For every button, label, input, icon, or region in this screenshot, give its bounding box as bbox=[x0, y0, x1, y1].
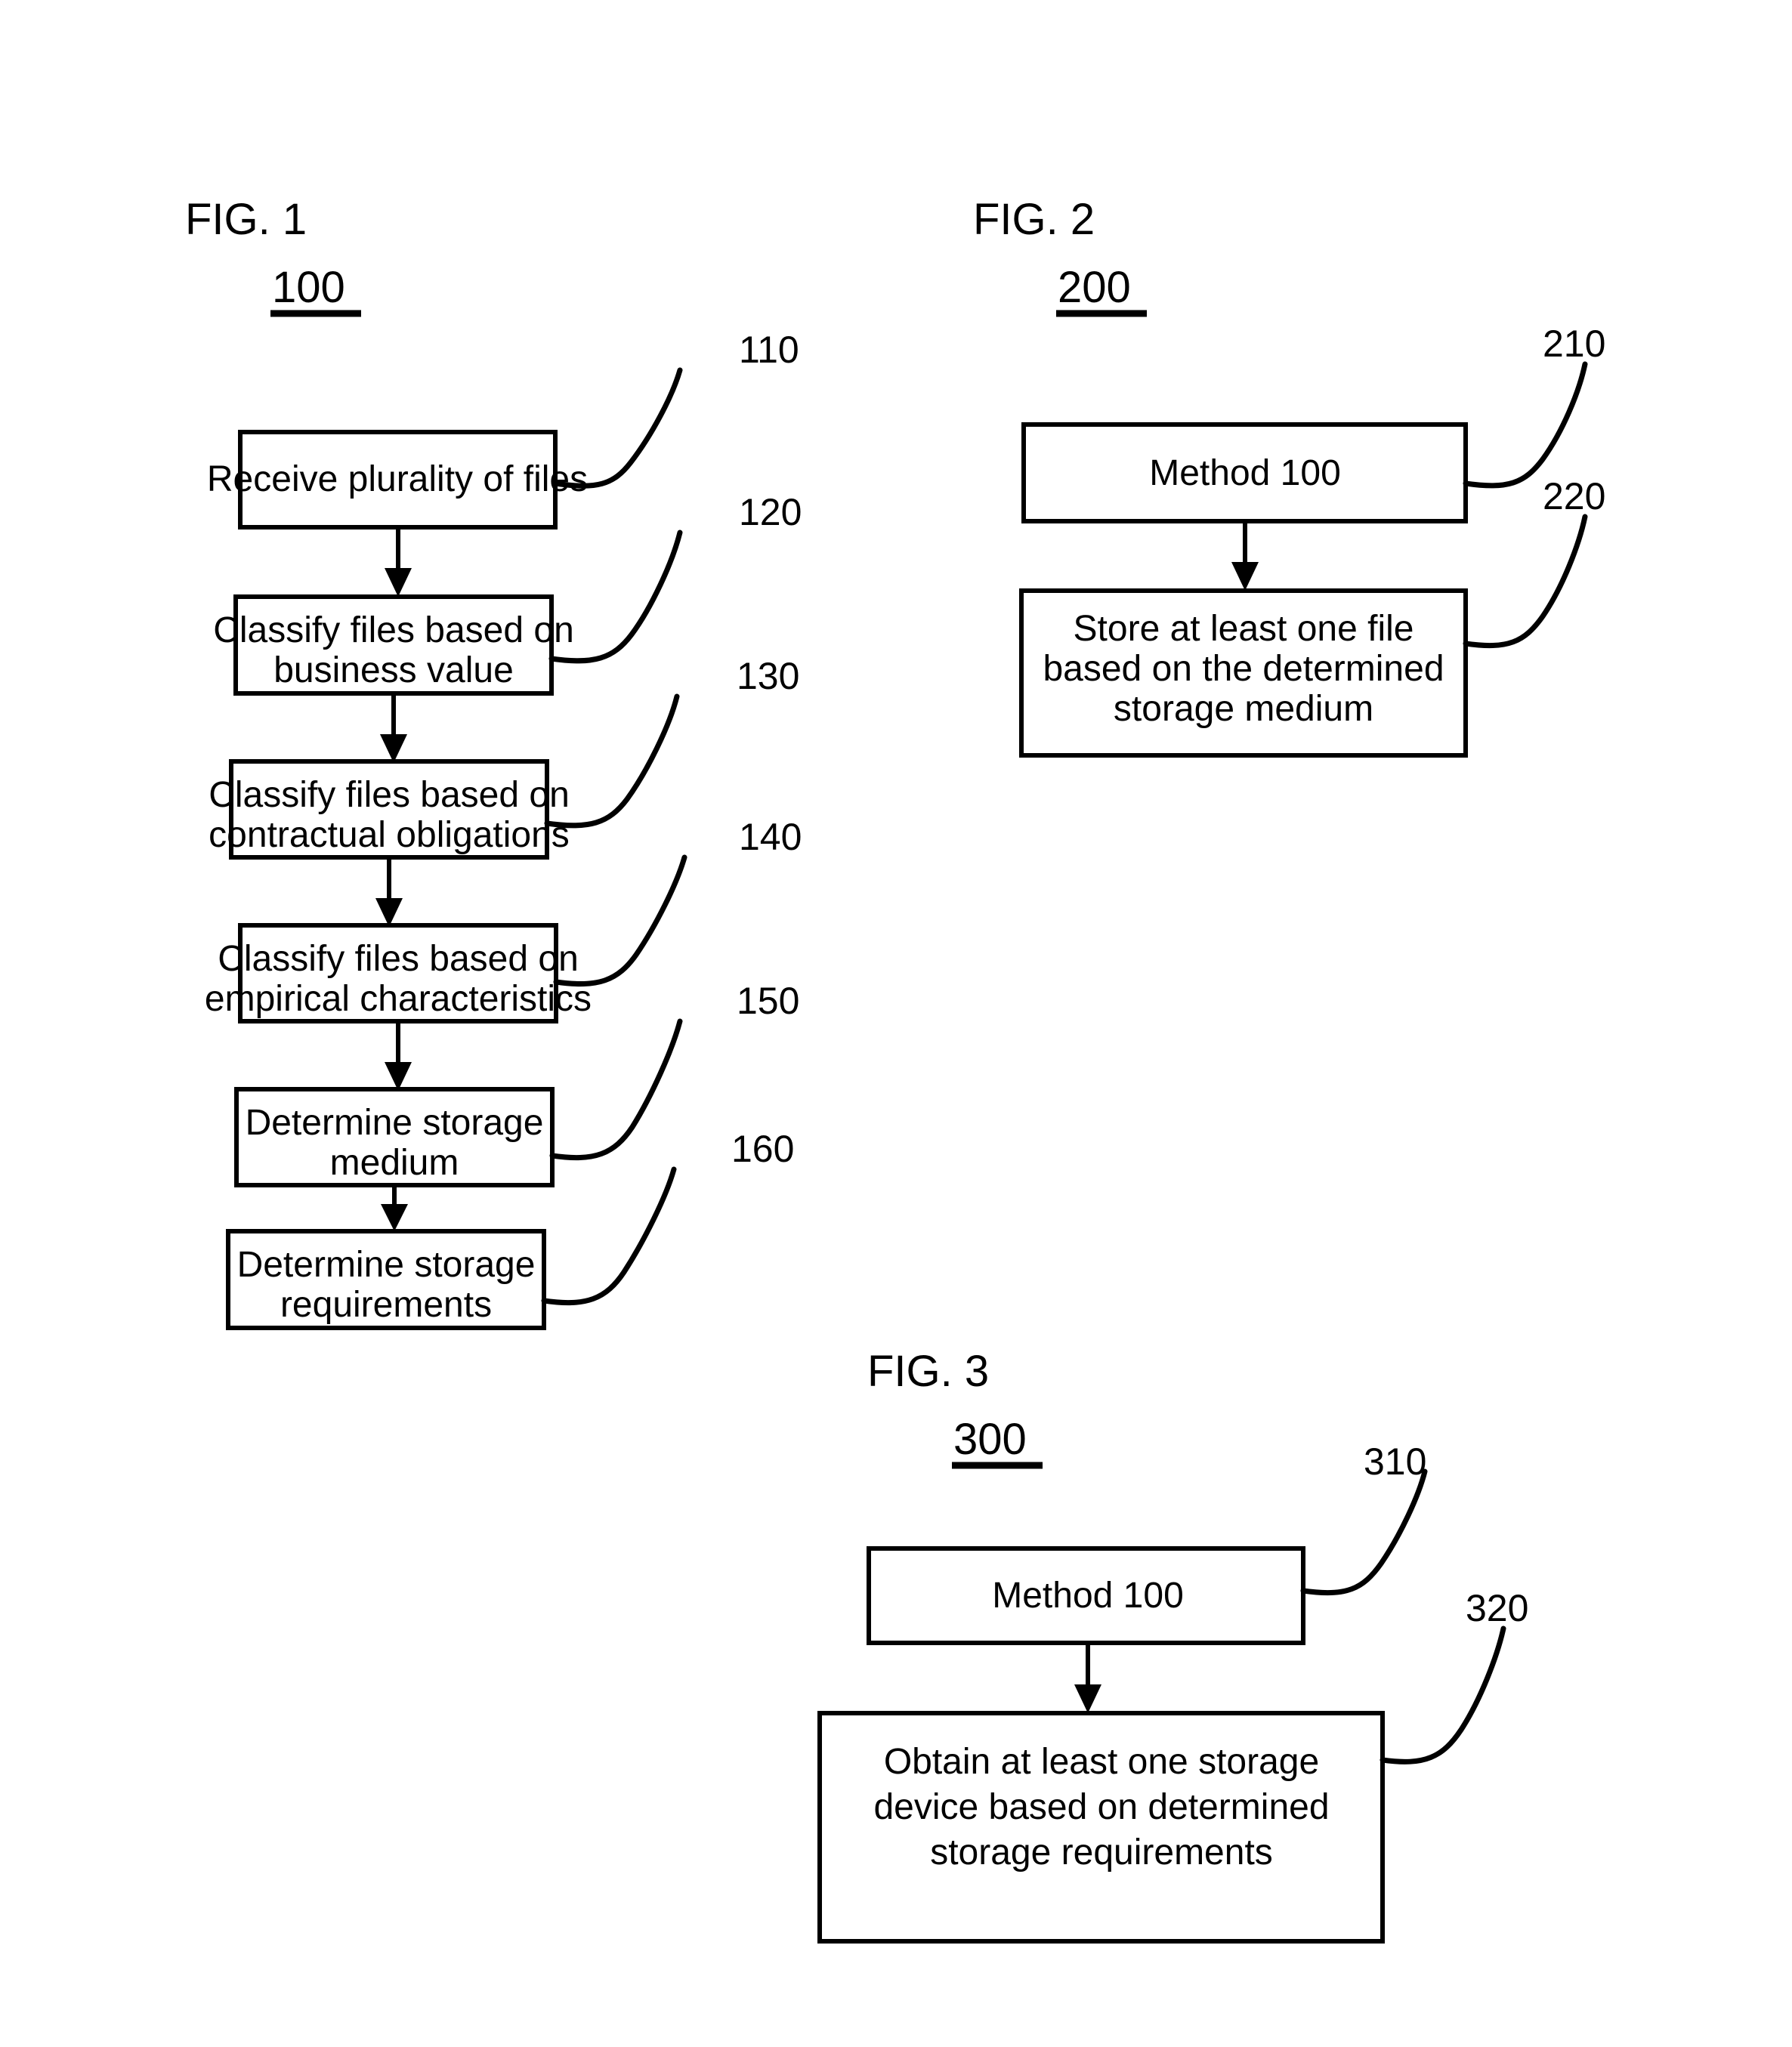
flowchart-box-150-line-1: Determine storage bbox=[246, 1103, 544, 1143]
reference-numeral-130: 130 bbox=[737, 655, 799, 697]
figure-3-group: FIG. 3 300 Method 100 310 Obtain at leas… bbox=[817, 1347, 1528, 1944]
drawing-canvas: FIG. 1 100 Receive plurality of files 11… bbox=[185, 195, 1605, 1944]
leader-line-150 bbox=[549, 1018, 683, 1160]
flowchart-box-320-line-1: Obtain at least one storage bbox=[884, 1742, 1319, 1782]
flowchart-box-160-line-1: Determine storage bbox=[237, 1245, 536, 1285]
patent-drawing-sheet: FIG. 1 100 Receive plurality of files 11… bbox=[0, 0, 1792, 2047]
flowchart-box-320-line-2: device based on determined bbox=[873, 1787, 1329, 1827]
reference-numeral-160: 160 bbox=[731, 1128, 794, 1170]
flowchart-box-130-line-1: Classify files based on bbox=[209, 775, 570, 815]
leader-line-220 bbox=[1463, 514, 1588, 649]
reference-numeral-220: 220 bbox=[1543, 475, 1605, 517]
arrowhead-150-to-160 bbox=[381, 1204, 408, 1231]
arrowhead-110-to-120 bbox=[385, 568, 412, 597]
leader-line-320 bbox=[1380, 1626, 1506, 1764]
reference-numeral-150: 150 bbox=[737, 980, 799, 1022]
reference-numeral-310: 310 bbox=[1364, 1440, 1426, 1483]
figure-2-group: FIG. 2 200 Method 100 210 Store at least… bbox=[973, 195, 1605, 758]
flowchart-box-210-line-1: Method 100 bbox=[1149, 453, 1341, 493]
flowchart-box-220-line-2: based on the determined bbox=[1043, 649, 1444, 689]
reference-numeral-120: 120 bbox=[739, 491, 802, 533]
figure-1-number: 100 bbox=[272, 263, 345, 312]
figure-3-title: FIG. 3 bbox=[867, 1347, 989, 1396]
arrowhead-120-to-130 bbox=[380, 734, 407, 763]
arrowhead-210-to-220 bbox=[1231, 562, 1259, 591]
flowchart-box-220-line-3: storage medium bbox=[1114, 689, 1373, 729]
arrowhead-130-to-140 bbox=[375, 898, 403, 927]
figure-2-title: FIG. 2 bbox=[973, 195, 1095, 244]
reference-numeral-320: 320 bbox=[1466, 1587, 1528, 1629]
reference-numeral-110: 110 bbox=[739, 329, 799, 371]
flowchart-box-220-line-1: Store at least one file bbox=[1074, 609, 1414, 649]
flowchart-box-120-line-2: business value bbox=[273, 650, 514, 690]
leader-line-160 bbox=[541, 1166, 677, 1305]
flowchart-box-140-line-1: Classify files based on bbox=[218, 939, 579, 979]
flowchart-box-150-line-2: medium bbox=[330, 1143, 459, 1183]
flowchart-box-310-line-1: Method 100 bbox=[992, 1576, 1184, 1616]
flowchart-box-160-line-2: requirements bbox=[280, 1285, 492, 1325]
flowchart-box-120-line-1: Classify files based on bbox=[213, 610, 574, 650]
figure-3-number: 300 bbox=[953, 1415, 1027, 1464]
arrowhead-310-to-320 bbox=[1074, 1684, 1101, 1713]
flowchart-box-140-line-2: empirical characteristics bbox=[205, 979, 592, 1019]
flowchart-box-110-line-1: Receive plurality of files bbox=[207, 459, 588, 499]
figure-1-title: FIG. 1 bbox=[185, 195, 307, 244]
reference-numeral-140: 140 bbox=[739, 816, 802, 858]
leader-line-210 bbox=[1463, 361, 1588, 489]
figure-1-group: FIG. 1 100 Receive plurality of files 11… bbox=[185, 195, 802, 1330]
flowchart-box-130-line-2: contractual obligations bbox=[209, 815, 570, 855]
reference-numeral-210: 210 bbox=[1543, 323, 1605, 365]
figure-2-number: 200 bbox=[1058, 263, 1131, 312]
flowchart-box-320-line-3: storage requirements bbox=[930, 1832, 1273, 1873]
arrowhead-140-to-150 bbox=[385, 1062, 412, 1091]
leader-line-310 bbox=[1300, 1468, 1428, 1596]
